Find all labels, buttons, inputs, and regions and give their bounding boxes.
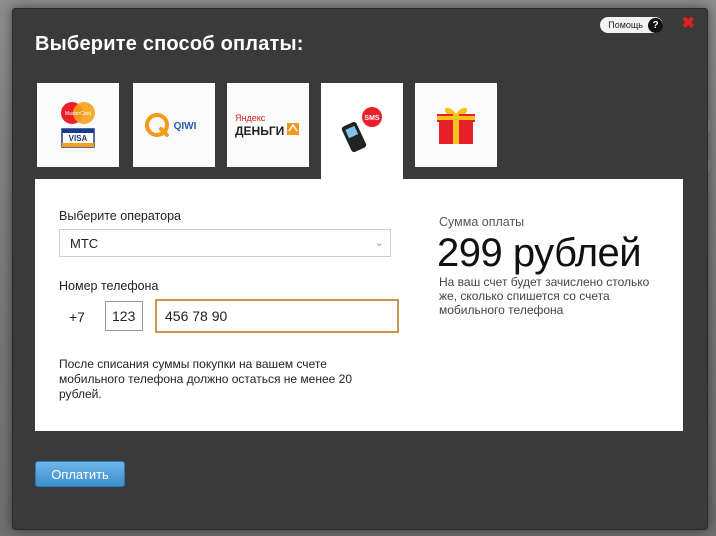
operator-selected-value: МТС (70, 236, 99, 251)
sms-caption: SMS (364, 115, 380, 122)
mobile-sms-icon: SMS (341, 107, 382, 153)
operator-select[interactable]: МТС ⌄ (59, 229, 391, 257)
tab-qiwi[interactable]: QIWI (133, 83, 215, 167)
help-button[interactable]: Помощь ? (600, 17, 663, 33)
help-icon: ? (648, 17, 663, 33)
dialog-title: Выберите способ оплаты: (35, 33, 304, 55)
balance-note: После списания суммы покупки на вашем сч… (59, 357, 352, 401)
dengi-caption: ДЕНЬГИ (235, 124, 284, 138)
pay-button[interactable]: Оплатить (35, 461, 125, 487)
qiwi-caption: QIWI (174, 121, 197, 132)
chevron-down-icon: ⌄ (374, 237, 384, 249)
tab-card[interactable]: MasterCard VISA (37, 83, 119, 167)
close-icon[interactable]: ✖ (682, 15, 695, 33)
amount-note: На ваш счет будет зачислено столько же, … (439, 275, 650, 317)
yandex-money-icon: Яндекс ДЕНЬГИ (235, 113, 299, 138)
mastercard-caption: MasterCard (65, 111, 91, 117)
amount-value: 299 рублей (437, 231, 642, 275)
visa-caption: VISA (69, 134, 88, 143)
tab-gift[interactable] (415, 83, 497, 167)
amount-label: Сумма оплаты (439, 215, 525, 229)
gift-icon (437, 107, 475, 144)
operator-label: Выберите оператора (59, 209, 181, 223)
phone-label: Номер телефона (59, 279, 159, 293)
phone-number-input[interactable]: 456 78 90 (155, 299, 399, 333)
tab-yandex-money[interactable]: Яндекс ДЕНЬГИ (227, 83, 309, 167)
phone-code-input[interactable]: 123 (105, 301, 143, 331)
payment-form-panel: Выберите оператора МТС ⌄ Номер телефона … (35, 179, 683, 431)
payment-dialog: Выберите способ оплаты: Помощь ? ✖ Maste… (12, 8, 708, 530)
mastercard-visa-icon: MasterCard VISA (61, 102, 95, 148)
phone-country-prefix: +7 (69, 309, 85, 325)
qiwi-icon: QIWI (145, 113, 197, 137)
tab-mobile[interactable]: SMS (321, 83, 403, 179)
help-label: Помощь (608, 20, 643, 30)
yandex-caption: Яндекс (235, 113, 266, 123)
